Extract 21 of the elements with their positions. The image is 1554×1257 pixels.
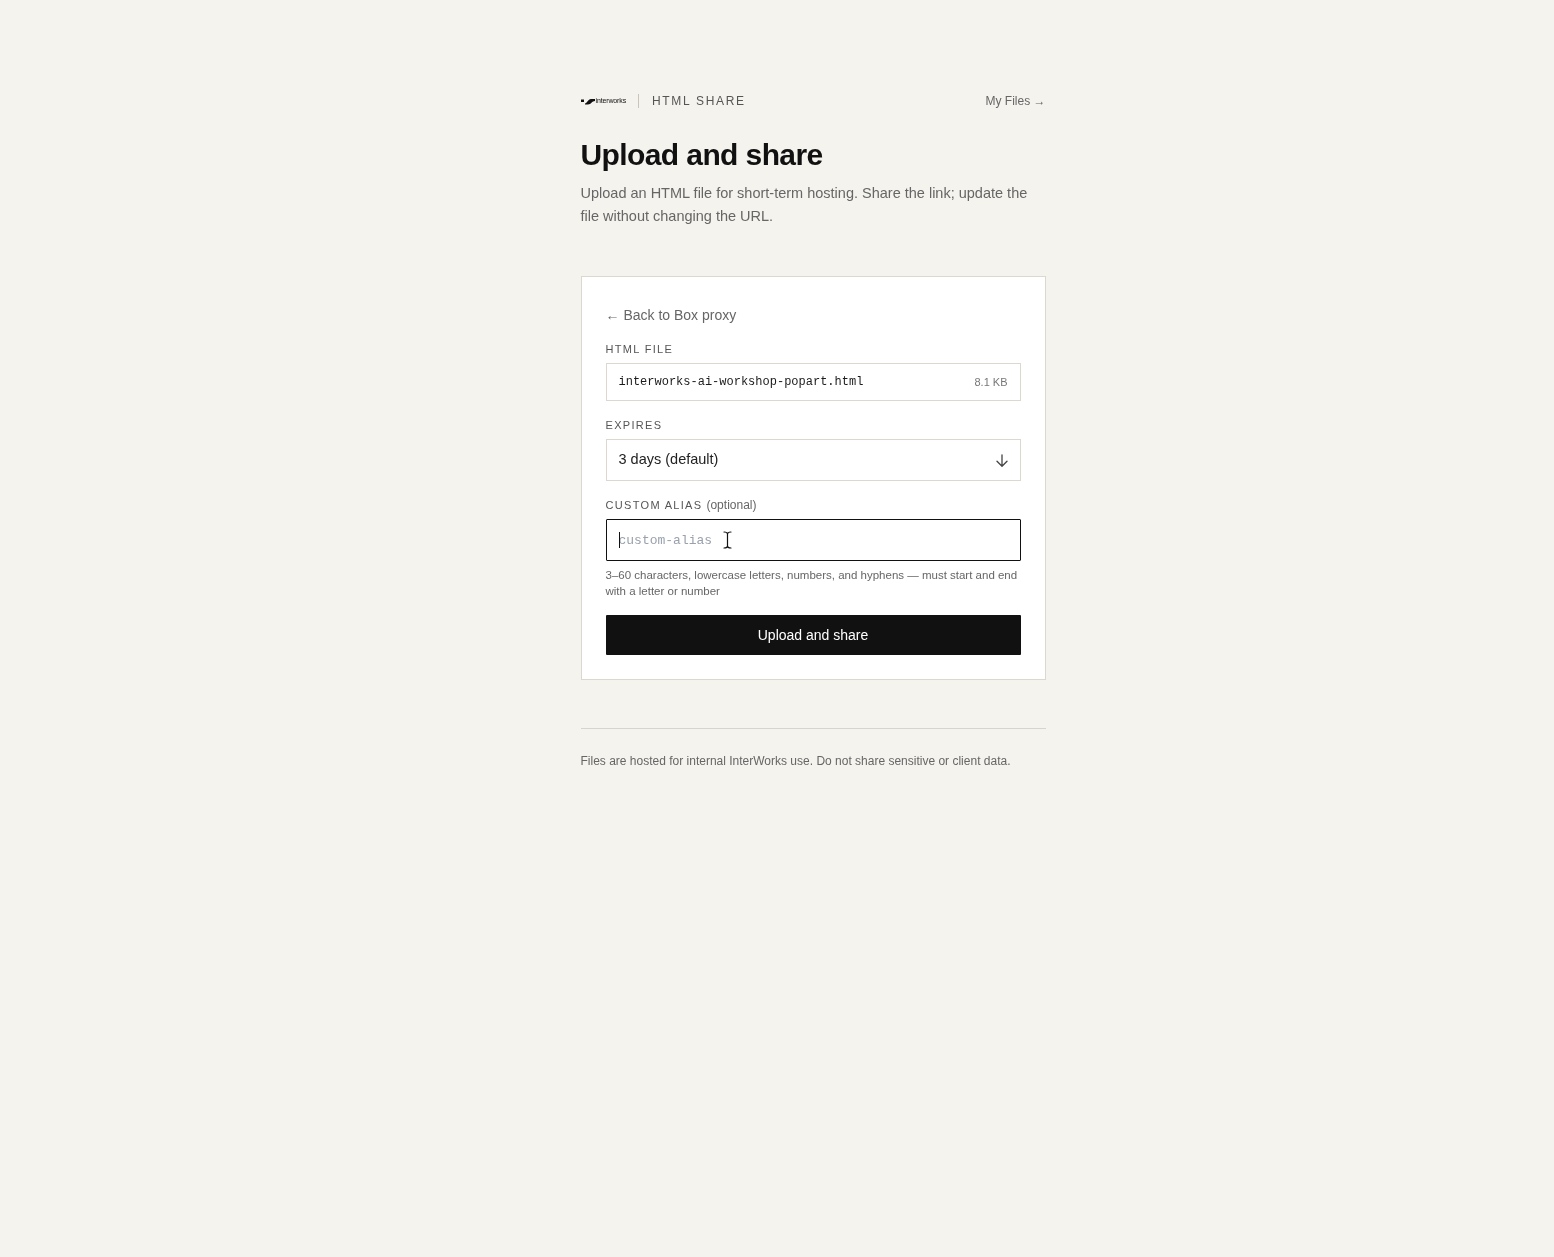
file-field[interactable]: interworks-ai-workshop-popart.html 8.1 KB	[605, 363, 1021, 401]
file-name: interworks-ai-workshop-popart.html	[618, 374, 864, 391]
expires-select[interactable]: 3 days (default)	[605, 439, 1021, 481]
field-hint: 3–60 characters, lowercase letters, numbers, and hyphens — must start and end with a letter or number	[605, 568, 1019, 599]
text-cursor-icon	[722, 531, 732, 549]
logo-mark-icon	[580, 97, 595, 105]
field-label: CUSTOM ALIAS	[605, 498, 703, 513]
my-files-link[interactable]: My Files →	[985, 92, 1046, 110]
field-label: EXPIRES	[605, 418, 663, 433]
file-size: 8.1 KB	[974, 374, 1008, 390]
field-label-note: (optional)	[706, 497, 757, 513]
arrow-down-icon	[995, 453, 1008, 467]
alias-input[interactable]: custom-alias	[605, 519, 1021, 561]
field-label: HTML FILE	[605, 342, 674, 357]
app-name: HTML SHARE	[652, 93, 746, 110]
footer-note: Files are hosted for internal InterWorks use. Do not share sensitive or client data.	[580, 753, 1012, 769]
back-link[interactable]: ← Back to Box proxy	[605, 305, 737, 325]
text-caret	[618, 532, 620, 548]
page-subtitle: Upload an HTML file for short-term hosting. Share the link; update the file without changing the URL.	[580, 184, 1029, 226]
page-title: Upload and share	[580, 137, 824, 173]
upload-button[interactable]: Upload and share	[605, 615, 1021, 655]
